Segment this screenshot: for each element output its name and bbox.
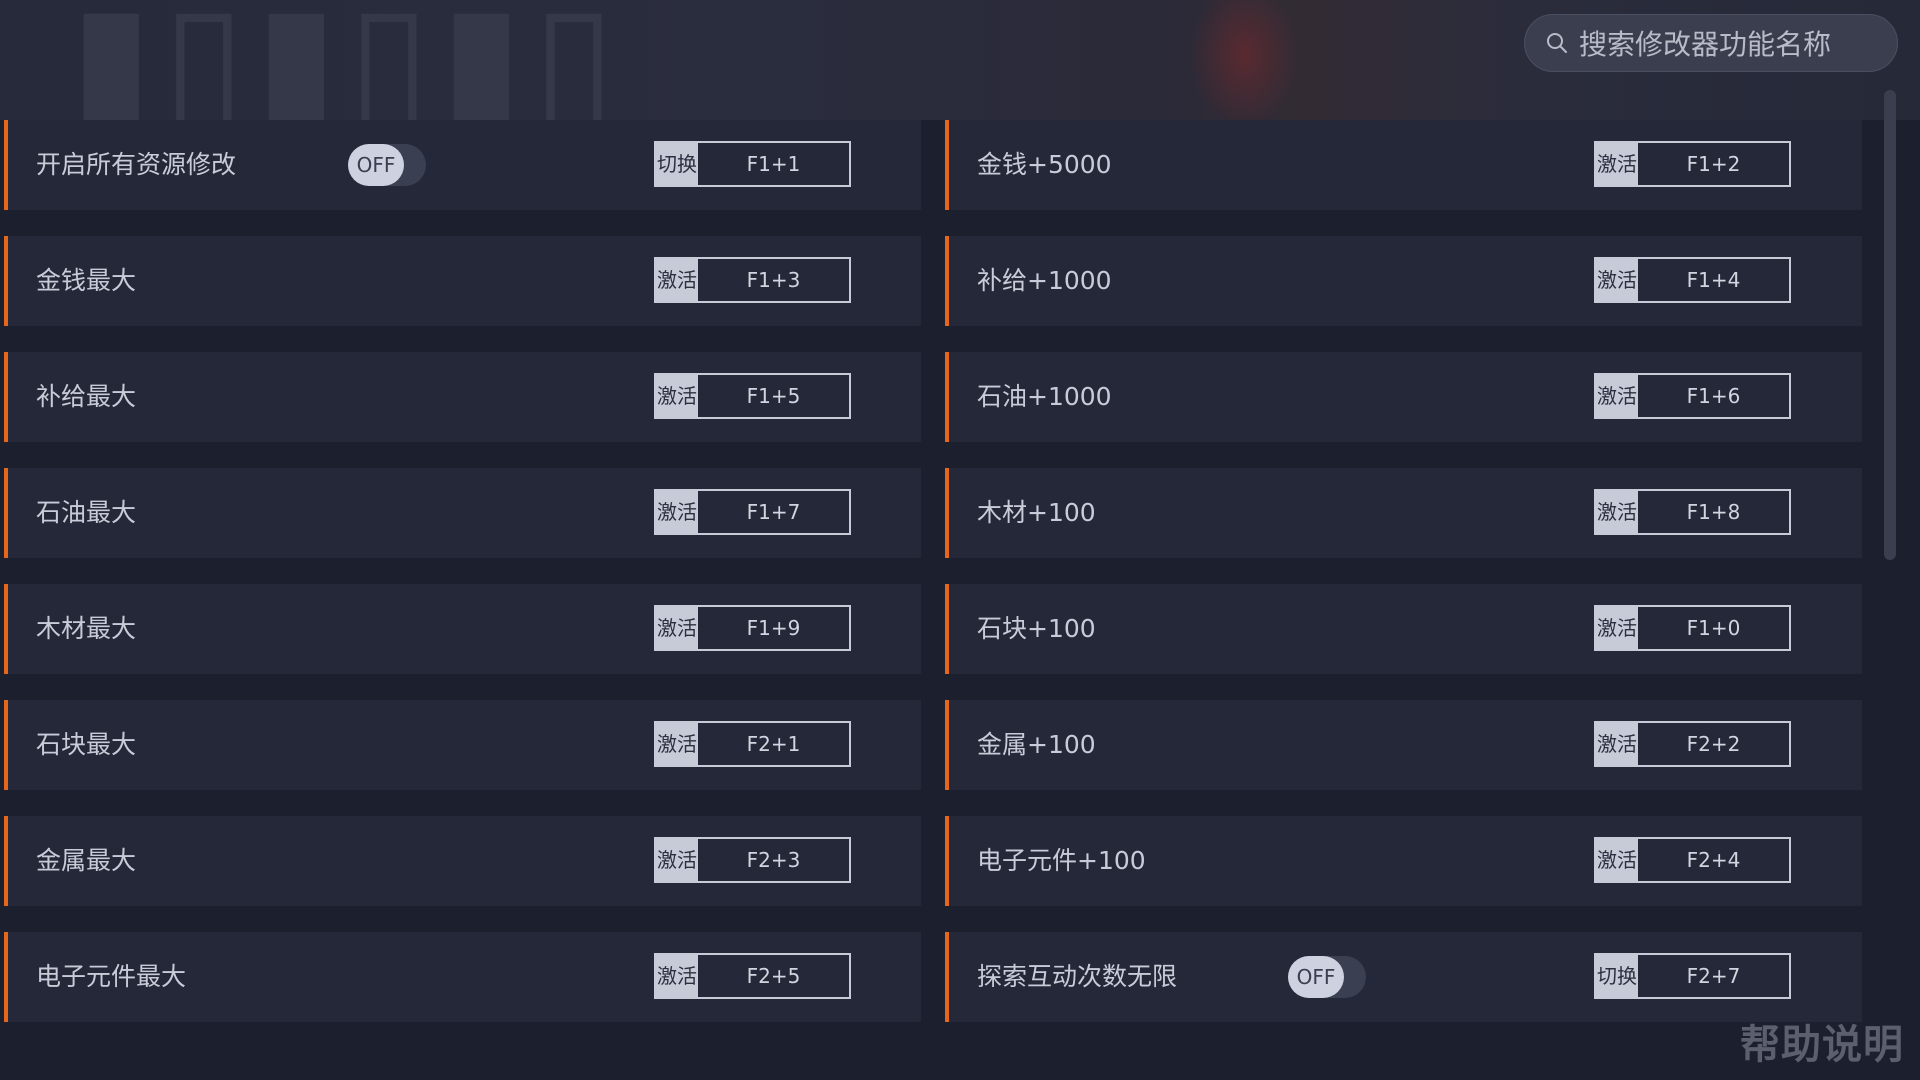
hotkey-button[interactable]: 激活 F2+5 (654, 953, 851, 999)
cheat-label: 金钱+5000 (977, 150, 1112, 179)
hotkey-combination: F1+6 (1686, 384, 1741, 408)
hotkey-button[interactable]: 激活 F1+0 (1594, 605, 1791, 651)
scrollbar[interactable] (1884, 90, 1896, 560)
hotkey-combination: F1+7 (746, 500, 801, 524)
cheat-label: 金属+100 (977, 730, 1096, 759)
hotkey-combination: F1+3 (746, 268, 801, 292)
hotkey-action-label: 激活 (1596, 375, 1638, 417)
hotkey-combination: F1+5 (746, 384, 801, 408)
hotkey-action-label: 激活 (1596, 607, 1638, 649)
hotkey-action-label: 切换 (656, 143, 698, 185)
toggle-switch[interactable]: OFF (348, 144, 426, 186)
hotkey-button[interactable]: 激活 F1+8 (1594, 489, 1791, 535)
hotkey-button[interactable]: 激活 F1+9 (654, 605, 851, 651)
cheat-row: 石油+1000 激活 F1+6 (945, 352, 1862, 442)
cheat-label: 金属最大 (36, 846, 137, 875)
cheat-label: 木材最大 (36, 614, 137, 643)
cheat-row: 探索互动次数无限 OFF 切换 F2+7 (945, 932, 1862, 1022)
cheat-label: 补给+1000 (977, 266, 1112, 295)
hotkey-combination: F2+1 (746, 732, 801, 756)
hotkey-combination: F2+7 (1686, 964, 1741, 988)
hotkey-button[interactable]: 激活 F1+2 (1594, 141, 1791, 187)
hotkey-action-label: 激活 (1596, 143, 1638, 185)
cheat-row: 石块+100 激活 F1+0 (945, 584, 1862, 674)
cheat-label: 开启所有资源修改 (36, 150, 237, 179)
header-banner: ▮▯▮▯▮▯ 搜索修改器功能名称 (0, 0, 1920, 120)
hotkey-action-label: 激活 (656, 491, 698, 533)
hotkey-combination: F1+1 (746, 152, 801, 176)
hotkey-combination: F1+8 (1686, 500, 1741, 524)
hotkey-button[interactable]: 切换 F1+1 (654, 141, 851, 187)
hotkey-action-label: 激活 (656, 955, 698, 997)
hotkey-button[interactable]: 激活 F1+7 (654, 489, 851, 535)
hotkey-button[interactable]: 激活 F2+4 (1594, 837, 1791, 883)
hotkey-action-label: 激活 (656, 607, 698, 649)
hotkey-button[interactable]: 激活 F1+5 (654, 373, 851, 419)
hotkey-button[interactable]: 激活 F2+2 (1594, 721, 1791, 767)
cheat-label: 石块+100 (977, 614, 1096, 643)
hotkey-combination: F2+2 (1686, 732, 1741, 756)
cheat-label: 石块最大 (36, 730, 137, 759)
cheat-row: 补给最大 激活 F1+5 (4, 352, 921, 442)
hotkey-action-label: 激活 (1596, 723, 1638, 765)
hotkey-combination: F1+4 (1686, 268, 1741, 292)
toggle-switch[interactable]: OFF (1288, 956, 1366, 998)
hotkey-combination: F2+3 (746, 848, 801, 872)
hotkey-combination: F1+2 (1686, 152, 1741, 176)
cheat-label: 石油最大 (36, 498, 137, 527)
hotkey-button[interactable]: 激活 F1+6 (1594, 373, 1791, 419)
cheat-row: 金属+100 激活 F2+2 (945, 700, 1862, 790)
hotkey-action-label: 激活 (656, 839, 698, 881)
cheat-row: 开启所有资源修改 OFF 切换 F1+1 (4, 120, 921, 210)
search-icon (1547, 33, 1567, 53)
hotkey-action-label: 激活 (656, 375, 698, 417)
banner-background-art: ▮▯▮▯▮▯ (70, 0, 626, 120)
cheat-label: 电子元件最大 (36, 962, 187, 991)
hotkey-combination: F1+9 (746, 616, 801, 640)
toggle-state-label: OFF (1288, 956, 1344, 998)
hotkey-button[interactable]: 激活 F1+4 (1594, 257, 1791, 303)
hotkey-button[interactable]: 激活 F2+3 (654, 837, 851, 883)
banner-glow (1190, 0, 1300, 120)
cheat-label: 探索互动次数无限 (977, 962, 1178, 991)
cheat-row: 电子元件+100 激活 F2+4 (945, 816, 1862, 906)
hotkey-action-label: 切换 (1596, 955, 1638, 997)
cheat-row: 石块最大 激活 F2+1 (4, 700, 921, 790)
cheat-label: 金钱最大 (36, 266, 137, 295)
hotkey-action-label: 激活 (656, 723, 698, 765)
cheat-row: 金属最大 激活 F2+3 (4, 816, 921, 906)
search-box[interactable]: 搜索修改器功能名称 (1524, 14, 1898, 72)
hotkey-combination: F2+5 (746, 964, 801, 988)
cheat-label: 石油+1000 (977, 382, 1112, 411)
cheat-list: 开启所有资源修改 OFF 切换 F1+1 金钱+5000 激活 F1+2 金钱最大 激活 F1+3… (4, 120, 1862, 1022)
hotkey-action-label: 激活 (1596, 839, 1638, 881)
hotkey-action-label: 激活 (1596, 259, 1638, 301)
hotkey-button[interactable]: 激活 F1+3 (654, 257, 851, 303)
hotkey-combination: F2+4 (1686, 848, 1741, 872)
cheat-label: 补给最大 (36, 382, 137, 411)
cheat-label: 木材+100 (977, 498, 1096, 527)
help-link[interactable]: 帮助说明 (1740, 1012, 1904, 1070)
cheat-row: 金钱最大 激活 F1+3 (4, 236, 921, 326)
cheat-label: 电子元件+100 (977, 846, 1146, 875)
cheat-row: 金钱+5000 激活 F1+2 (945, 120, 1862, 210)
search-input[interactable]: 搜索修改器功能名称 (1579, 23, 1831, 63)
hotkey-action-label: 激活 (656, 259, 698, 301)
hotkey-combination: F1+0 (1686, 616, 1741, 640)
toggle-state-label: OFF (348, 144, 404, 186)
hotkey-button[interactable]: 切换 F2+7 (1594, 953, 1791, 999)
cheat-row: 石油最大 激活 F1+7 (4, 468, 921, 558)
hotkey-action-label: 激活 (1596, 491, 1638, 533)
cheat-row: 木材+100 激活 F1+8 (945, 468, 1862, 558)
cheat-row: 电子元件最大 激活 F2+5 (4, 932, 921, 1022)
cheat-row: 补给+1000 激活 F1+4 (945, 236, 1862, 326)
hotkey-button[interactable]: 激活 F2+1 (654, 721, 851, 767)
cheat-row: 木材最大 激活 F1+9 (4, 584, 921, 674)
